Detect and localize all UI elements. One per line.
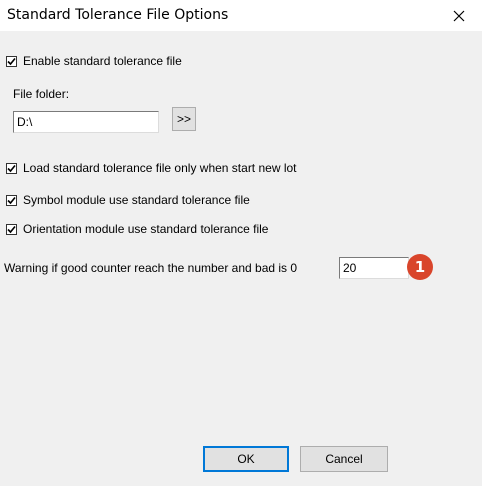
symbol-module-checkbox[interactable]: Symbol module use standard tolerance fil… [6,193,250,207]
checkmark-icon [7,164,16,172]
orientation-module-checkbox[interactable]: Orientation module use standard toleranc… [6,222,268,236]
close-button[interactable] [436,0,482,31]
checkmark-icon [7,225,16,233]
orientation-module-label: Orientation module use standard toleranc… [23,222,269,236]
ok-button[interactable]: OK [203,446,289,472]
window-title: Standard Tolerance File Options [7,7,229,23]
checkbox-box[interactable] [6,223,17,235]
cancel-button[interactable]: Cancel [300,446,388,472]
warning-label: Warning if good counter reach the number… [4,261,298,275]
load-on-new-lot-label: Load standard tolerance file only when s… [23,161,297,175]
browse-folder-button[interactable]: >> [172,107,196,131]
checkbox-box[interactable] [6,162,17,174]
close-icon [453,10,465,21]
annotation-badge: 1 [407,254,433,280]
file-folder-input[interactable]: D:\ [13,111,159,133]
checkmark-icon [7,196,16,204]
warning-count-input[interactable]: 20 [339,257,409,279]
checkbox-box[interactable] [6,194,17,206]
load-on-new-lot-checkbox[interactable]: Load standard tolerance file only when s… [6,161,297,175]
title-bar: Standard Tolerance File Options [0,0,482,31]
checkbox-box[interactable] [6,55,17,67]
file-folder-label: File folder: [13,87,70,101]
enable-std-file-checkbox[interactable]: Enable standard tolerance file [6,54,182,68]
enable-std-file-label: Enable standard tolerance file [23,54,182,68]
checkmark-icon [7,57,16,65]
symbol-module-label: Symbol module use standard tolerance fil… [23,193,250,207]
